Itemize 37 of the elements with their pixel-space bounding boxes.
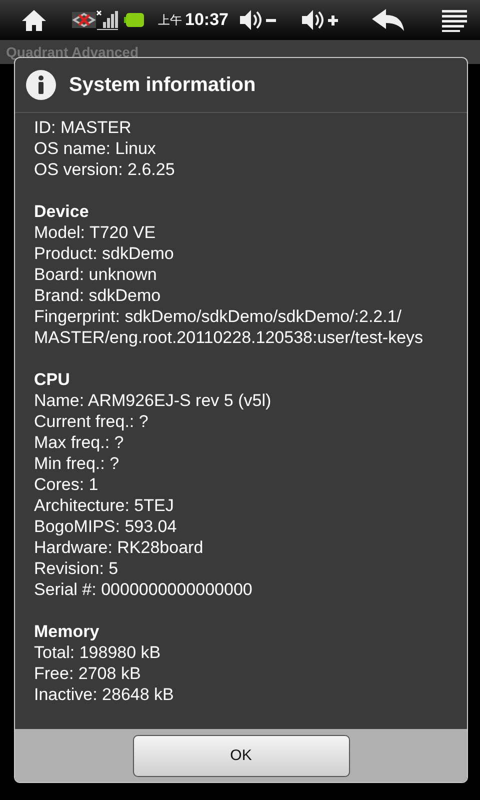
info-line: MASTER/eng.root.20110228.120538:user/test-keys	[34, 327, 424, 348]
info-line: Architecture: 5TEJ	[34, 495, 175, 516]
info-line: OS version: 2.6.25	[34, 159, 176, 180]
error-icon	[72, 12, 96, 28]
app-title: Quadrant Advanced	[6, 44, 139, 60]
home-icon[interactable]	[20, 7, 48, 33]
clock-time: 10:37	[185, 10, 228, 30]
section-heading: Memory	[34, 621, 100, 642]
battery-icon	[124, 13, 144, 27]
info-line: Inactive: 28648 kB	[34, 684, 175, 705]
info-icon	[25, 69, 57, 101]
section-heading: Device	[34, 201, 90, 222]
info-line: Name: ARM926EJ-S rev 5 (v5l)	[34, 390, 272, 411]
info-line: Free: 2708 kB	[34, 663, 142, 684]
back-icon[interactable]	[370, 7, 406, 33]
menu-icon[interactable]	[440, 7, 468, 33]
info-line: Current freq.: ?	[34, 411, 150, 432]
time-period: 上午	[158, 12, 182, 28]
info-line: Brand: sdkDemo	[34, 285, 162, 306]
signal-icon	[96, 10, 118, 30]
ok-button[interactable]: OK	[132, 734, 350, 776]
info-line: Total: 198980 kB	[34, 642, 162, 663]
section-heading: CPU	[34, 369, 71, 390]
info-line: OS name: Linux	[34, 138, 157, 159]
info-line: Cores: 1	[34, 474, 100, 495]
info-line: Product: sdkDemo	[34, 243, 175, 264]
dialog-title: System information	[69, 74, 256, 96]
info-line: Max freq.: ?	[34, 432, 125, 453]
info-line: Model: T720 VE	[34, 222, 157, 243]
info-line: Hardware: RK28board	[34, 537, 204, 558]
info-line: Fingerprint: sdkDemo/sdkDemo/sdkDemo/:2.2.1/	[34, 306, 403, 327]
info-line: Serial #: 0000000000000000	[34, 579, 254, 600]
info-line: Min freq.: ?	[34, 453, 120, 474]
info-line: Revision: 5	[34, 558, 120, 579]
info-line: ID: MASTER	[34, 117, 132, 138]
info-line: Board: unknown	[34, 264, 158, 285]
info-line: BogoMIPS: 593.04	[34, 516, 178, 537]
